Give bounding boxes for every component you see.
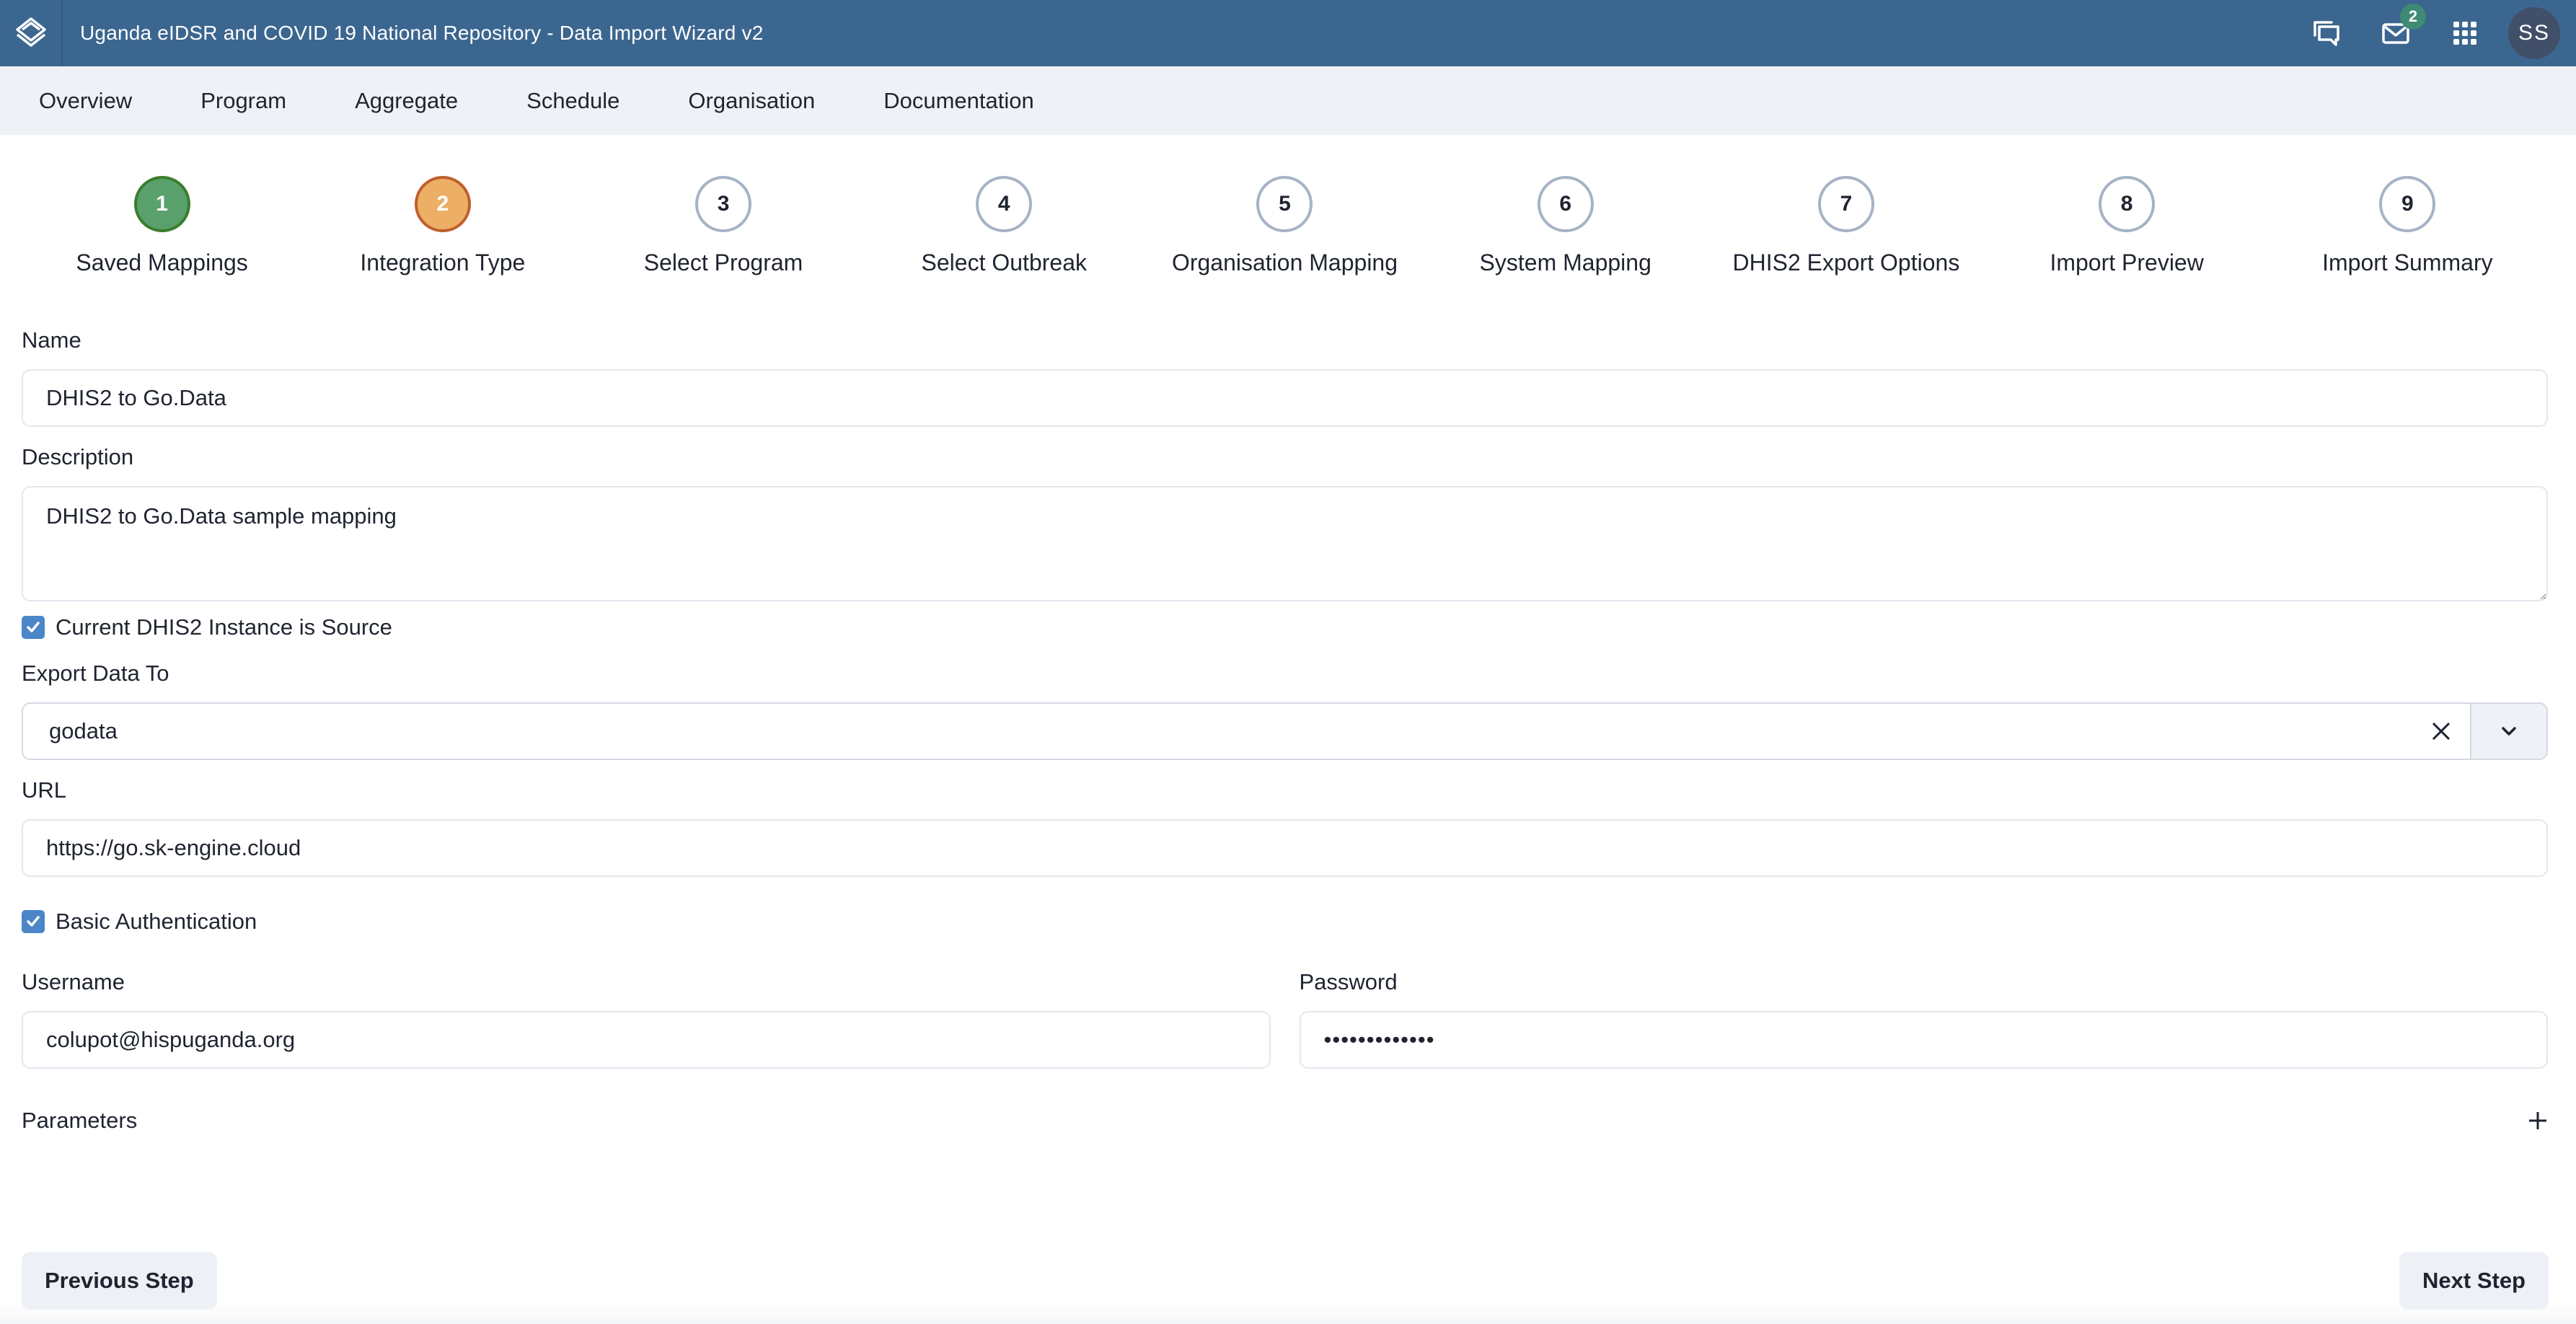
step-label: Import Summary	[2322, 250, 2493, 275]
logo-icon	[15, 17, 46, 47]
name-input[interactable]	[22, 369, 2548, 427]
current-instance-source-checkbox[interactable]	[22, 616, 45, 639]
step-saved-mappings[interactable]: 1 Saved Mappings	[22, 176, 302, 276]
step-label: Organisation Mapping	[1171, 250, 1398, 275]
step-integration-type[interactable]: 2 Integration Type	[302, 176, 583, 276]
plus-icon	[2529, 1112, 2546, 1129]
step-circle: 3	[695, 176, 752, 232]
username-label: Username	[22, 969, 125, 994]
password-input[interactable]	[1299, 1011, 2548, 1069]
step-label: Integration Type	[360, 250, 526, 275]
step-label: System Mapping	[1479, 250, 1651, 275]
nav-schedule[interactable]: Schedule	[526, 88, 619, 114]
step-label: Select Program	[643, 250, 803, 275]
step-circle: 7	[1817, 176, 1874, 232]
description-textarea[interactable]: DHIS2 to Go.Data sample mapping	[22, 486, 2548, 601]
mail-badge: 2	[2400, 4, 2426, 30]
mail-button[interactable]: 2	[2361, 0, 2430, 66]
description-label: Description	[22, 444, 134, 469]
step-label: Saved Mappings	[76, 250, 248, 275]
app-title: Uganda eIDSR and COVID 19 National Repos…	[80, 22, 764, 44]
step-circle: 9	[2379, 176, 2436, 232]
step-label: Select Outbreak	[921, 250, 1087, 275]
wizard-stepper: 1 Saved Mappings 2 Integration Type 3 Se…	[22, 176, 2548, 276]
step-import-summary[interactable]: 9 Import Summary	[2267, 176, 2548, 276]
current-instance-source-checkbox-row[interactable]: Current DHIS2 Instance is Source	[22, 612, 2548, 643]
step-circle: 2	[414, 176, 471, 232]
messages-icon	[2313, 21, 2339, 46]
next-step-button[interactable]: Next Step	[2399, 1252, 2549, 1310]
messages-button[interactable]	[2292, 0, 2361, 66]
step-circle: 8	[2099, 176, 2156, 232]
step-circle: 6	[1537, 176, 1594, 232]
user-avatar[interactable]: SS	[2508, 7, 2560, 59]
integration-form: Name Description DHIS2 to Go.Data sample…	[22, 325, 2548, 1137]
step-dhis2-export-options[interactable]: 7 DHIS2 Export Options	[1706, 176, 1986, 276]
step-organisation-mapping[interactable]: 5 Organisation Mapping	[1144, 176, 1425, 276]
nav-program[interactable]: Program	[200, 88, 286, 114]
footer-shadow	[0, 1302, 2576, 1324]
basic-auth-checkbox[interactable]	[22, 910, 45, 933]
basic-auth-checkbox-row[interactable]: Basic Authentication	[22, 906, 2548, 937]
export-to-label: Export Data To	[22, 661, 169, 686]
apps-button[interactable]	[2430, 0, 2500, 66]
previous-step-button[interactable]: Previous Step	[22, 1252, 217, 1310]
apps-icon	[2453, 22, 2476, 45]
step-circle: 1	[133, 176, 190, 232]
checkmark-icon	[27, 916, 40, 927]
url-label: URL	[22, 777, 67, 803]
app-logo[interactable]	[0, 0, 63, 66]
step-circle: 5	[1256, 176, 1313, 232]
step-system-mapping[interactable]: 6 System Mapping	[1425, 176, 1706, 276]
nav-aggregate[interactable]: Aggregate	[355, 88, 458, 114]
step-select-program[interactable]: 3 Select Program	[583, 176, 863, 276]
checkmark-icon	[27, 622, 40, 632]
nav-documentation[interactable]: Documentation	[883, 88, 1034, 114]
chevron-down-icon	[2502, 727, 2516, 736]
app-header: Uganda eIDSR and COVID 19 National Repos…	[0, 0, 2576, 66]
nav-organisation[interactable]: Organisation	[688, 88, 815, 114]
step-label: DHIS2 Export Options	[1732, 250, 1960, 275]
main-nav: Overview Program Aggregate Schedule Orga…	[0, 66, 2576, 135]
nav-overview[interactable]: Overview	[39, 88, 132, 114]
step-circle: 4	[976, 176, 1033, 232]
parameters-row: Parameters	[22, 1105, 2548, 1137]
clear-selection-button[interactable]	[2412, 704, 2470, 759]
close-icon	[2432, 722, 2451, 741]
url-input[interactable]	[22, 819, 2548, 877]
dropdown-toggle-button[interactable]	[2470, 704, 2546, 759]
current-instance-source-label: Current DHIS2 Instance is Source	[56, 614, 392, 640]
add-parameter-button[interactable]	[2523, 1106, 2552, 1135]
parameters-label: Parameters	[22, 1108, 138, 1133]
username-input[interactable]	[22, 1011, 1271, 1069]
export-to-select[interactable]: godata	[22, 702, 2548, 760]
step-label: Import Preview	[2050, 250, 2204, 275]
basic-auth-label: Basic Authentication	[56, 909, 257, 934]
step-import-preview[interactable]: 8 Import Preview	[1987, 176, 2267, 276]
export-to-value[interactable]: godata	[23, 704, 2412, 759]
password-label: Password	[1299, 969, 1398, 994]
name-label: Name	[22, 327, 81, 353]
step-select-outbreak[interactable]: 4 Select Outbreak	[864, 176, 1144, 276]
